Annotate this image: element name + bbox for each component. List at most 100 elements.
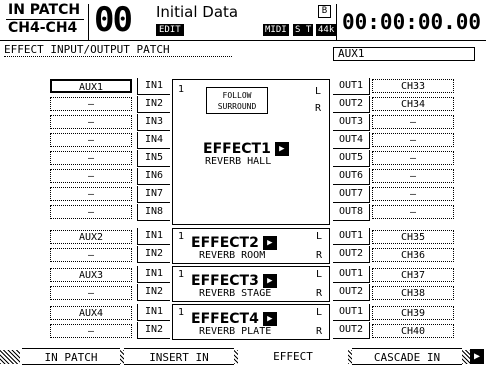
effect3-in1-label: IN1 — [137, 266, 170, 283]
effect1-in-label-2: IN2 — [137, 96, 170, 113]
effect4-in2-label: IN2 — [137, 322, 170, 339]
effect1-program-number: 1 — [178, 84, 185, 95]
effect1-input-5[interactable]: — — [50, 151, 132, 165]
effect1-out-label-2: OUT2 — [333, 96, 370, 113]
effect2-input-1[interactable]: AUX2 — [50, 230, 132, 244]
tab-insert-in[interactable]: INSERT IN — [124, 348, 234, 365]
effect1-out-label-5: OUT5 — [333, 150, 370, 167]
effect2-name: EFFECT2 — [191, 235, 259, 251]
effect4-input-1[interactable]: AUX4 — [50, 306, 132, 320]
effect1-output-5[interactable]: — — [372, 151, 454, 165]
effect3-r-label: R — [316, 288, 323, 299]
effect2-output-1[interactable]: CH35 — [372, 230, 454, 244]
follow-surround-label: FOLLOW SURROUND — [217, 91, 257, 111]
effect1-output-8[interactable]: — — [372, 205, 454, 219]
effect3-out1-label: OUT1 — [333, 266, 370, 283]
edit-effect4-icon[interactable]: ▶ — [262, 311, 277, 326]
effect1-output-1[interactable]: CH33 — [372, 79, 454, 93]
effect1-in-label-6: IN6 — [137, 168, 170, 185]
effect2-output-2[interactable]: CH36 — [372, 248, 454, 262]
effect2-program-number: 1 — [178, 231, 185, 242]
effect1-output-6[interactable]: — — [372, 169, 454, 183]
tab-in-patch[interactable]: IN PATCH — [22, 348, 120, 365]
effect1-in-label-7: IN7 — [137, 186, 170, 203]
effect3-title: EFFECT3 ▶ — [191, 270, 277, 289]
effect1-output-4[interactable]: — — [372, 133, 454, 147]
screen-subtitle: CH4-CH4 — [8, 20, 78, 36]
edit-effect1-icon[interactable]: ▶ — [274, 141, 289, 156]
edit-badge: EDIT — [156, 24, 184, 36]
effect3-output-2[interactable]: CH38 — [372, 286, 454, 300]
effect1-output-7[interactable]: — — [372, 187, 454, 201]
effect2-out2-label: OUT2 — [333, 246, 370, 263]
effect2-in1-label: IN1 — [137, 228, 170, 245]
lock-badge: B — [318, 5, 331, 18]
effect3-input-1[interactable]: AUX3 — [50, 268, 132, 282]
effect1-input-3[interactable]: — — [50, 115, 132, 129]
effect3-program-number: 1 — [178, 269, 185, 280]
effect3-input-2[interactable]: — — [50, 286, 132, 300]
edit-effect3-icon[interactable]: ▶ — [262, 273, 277, 288]
effect3-program: REVERB STAGE — [199, 288, 272, 299]
midi-badge: MIDI — [263, 24, 289, 36]
st-badge: S T — [293, 24, 314, 36]
effect4-program: REVERB PLATE — [199, 326, 272, 337]
scene-number: 00 — [94, 0, 133, 40]
tab-hatch-left — [0, 350, 20, 364]
effect4-title: EFFECT4 ▶ — [191, 308, 277, 327]
effect1-input-2[interactable]: — — [50, 97, 132, 111]
next-page-arrow-icon[interactable]: ▶ — [470, 349, 484, 364]
effect1-in-label-5: IN5 — [137, 150, 170, 167]
tab-effect[interactable]: EFFECT — [238, 348, 348, 365]
effect1-out-label-6: OUT6 — [333, 168, 370, 185]
effect4-name: EFFECT4 — [191, 311, 259, 327]
section-title: EFFECT INPUT/OUTPUT PATCH — [4, 43, 170, 56]
effect2-out1-label: OUT1 — [333, 228, 370, 245]
effect2-l-label: L — [316, 231, 323, 242]
effect2-box[interactable]: 1 EFFECT2 ▶ REVERB ROOM L R — [172, 228, 330, 264]
follow-surround-button[interactable]: FOLLOW SURROUND — [206, 87, 268, 114]
effect4-output-1[interactable]: CH39 — [372, 306, 454, 320]
effect1-in-label-3: IN3 — [137, 114, 170, 131]
effect1-in-label-8: IN8 — [137, 204, 170, 221]
tab-cascade-in[interactable]: CASCADE IN — [352, 348, 462, 365]
effect1-out-label-7: OUT7 — [333, 186, 370, 203]
effect1-input-4[interactable]: — — [50, 133, 132, 147]
effect1-out-label-8: OUT8 — [333, 204, 370, 221]
effect2-input-2[interactable]: — — [50, 248, 132, 262]
effect4-l-label: L — [316, 307, 323, 318]
effect4-in1-label: IN1 — [137, 304, 170, 321]
effect4-box[interactable]: 1 EFFECT4 ▶ REVERB PLATE L R — [172, 304, 330, 340]
effect1-input-6[interactable]: — — [50, 169, 132, 183]
effect3-l-label: L — [316, 269, 323, 280]
effect3-name: EFFECT3 — [191, 273, 259, 289]
effect3-box[interactable]: 1 EFFECT3 ▶ REVERB STAGE L R — [172, 266, 330, 302]
effect1-input-7[interactable]: — — [50, 187, 132, 201]
selected-value-display: AUX1 — [333, 47, 475, 61]
effect1-output-3[interactable]: — — [372, 115, 454, 129]
effect1-input-8[interactable]: — — [50, 205, 132, 219]
timecode: 00:00:00.00 — [342, 10, 482, 34]
edit-effect2-icon[interactable]: ▶ — [262, 235, 277, 250]
tab-hatch-right — [462, 350, 470, 364]
effect2-r-label: R — [316, 250, 323, 261]
effect1-output-2[interactable]: CH34 — [372, 97, 454, 111]
sample-rate-badge: 44k — [316, 24, 337, 36]
effect1-l-label: L — [315, 86, 322, 97]
effect2-title: EFFECT2 ▶ — [191, 232, 277, 251]
effect4-out1-label: OUT1 — [333, 304, 370, 321]
effect1-box[interactable]: 1 FOLLOW SURROUND L R EFFECT1 ▶ REVERB HA… — [172, 79, 330, 225]
effect4-input-2[interactable]: — — [50, 324, 132, 338]
effect4-out2-label: OUT2 — [333, 322, 370, 339]
effect1-out-label-4: OUT4 — [333, 132, 370, 149]
effect1-in-label-4: IN4 — [137, 132, 170, 149]
screen-title: IN PATCH — [8, 2, 81, 18]
effect1-input-1[interactable]: AUX1 — [50, 79, 132, 93]
effect1-name: EFFECT1 — [203, 141, 271, 157]
effect3-output-1[interactable]: CH37 — [372, 268, 454, 282]
effect4-program-number: 1 — [178, 307, 185, 318]
effect4-output-2[interactable]: CH40 — [372, 324, 454, 338]
scene-name: Initial Data — [156, 3, 239, 21]
effect2-program: REVERB ROOM — [199, 250, 266, 261]
effect4-r-label: R — [316, 326, 323, 337]
